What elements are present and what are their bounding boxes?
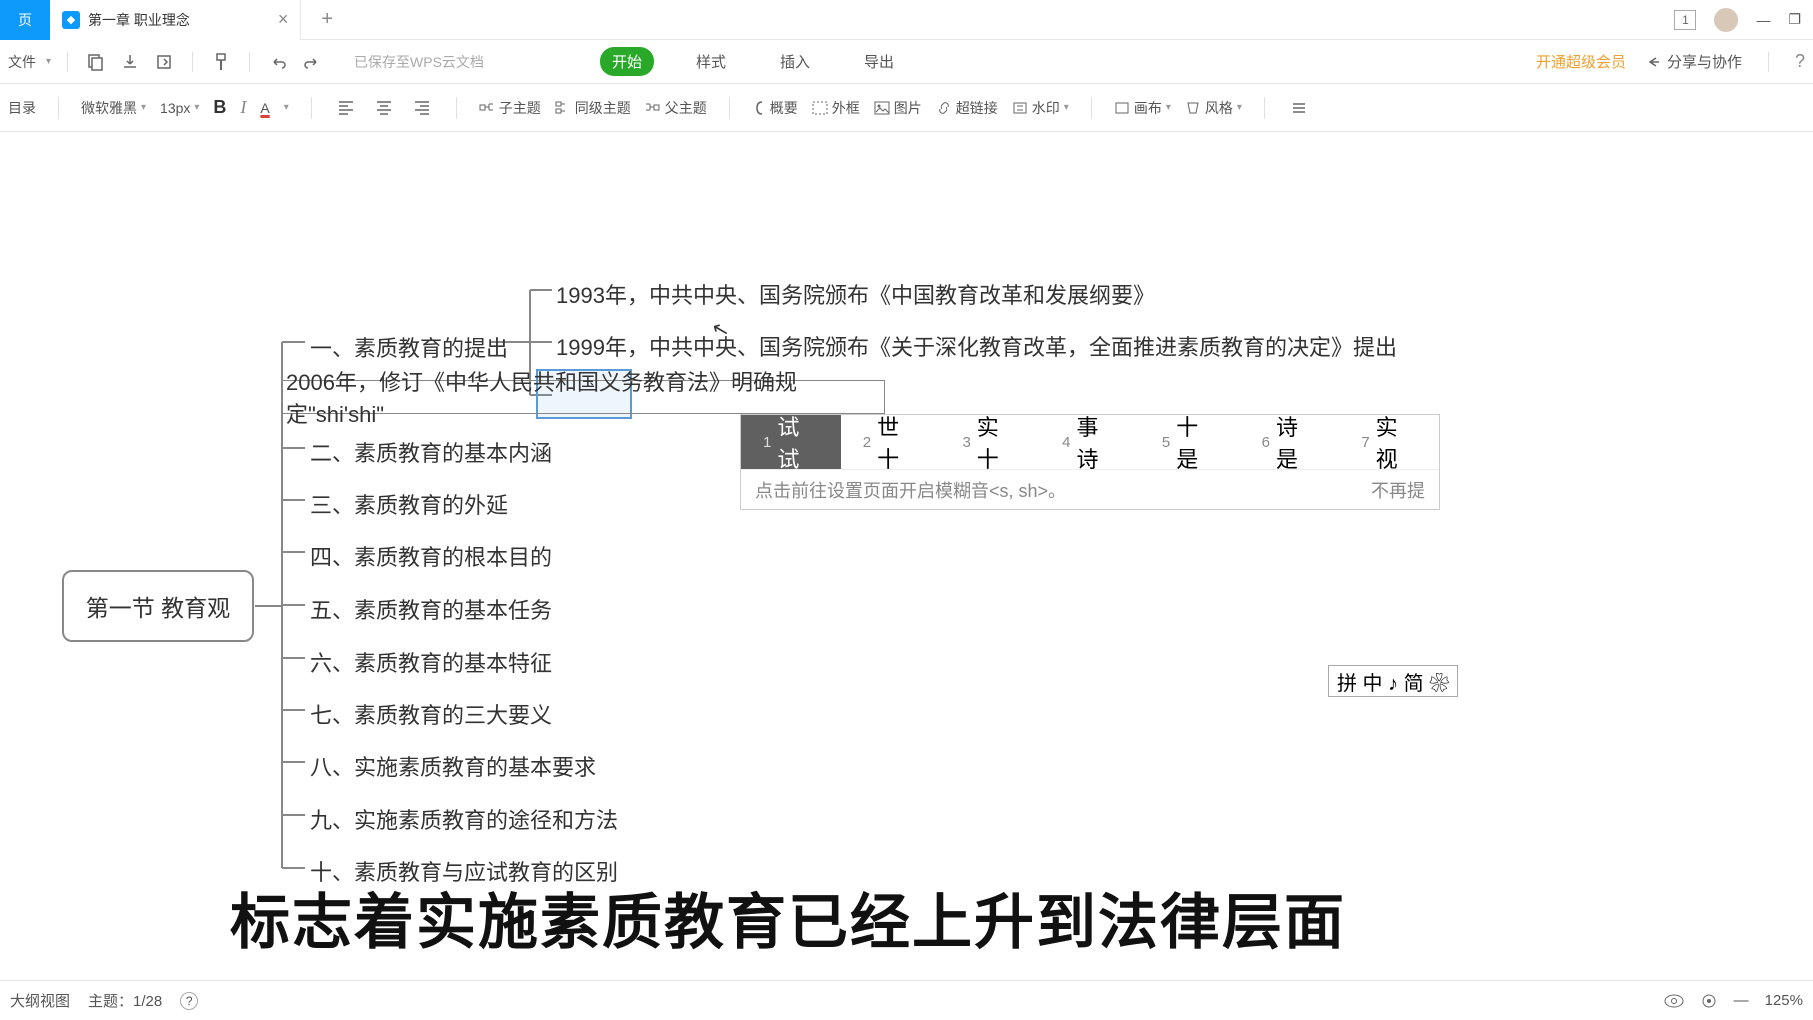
ime-status-bar[interactable]: 拼 中 ♪ 简 ❀ xyxy=(1328,665,1458,697)
ime-candidate-5[interactable]: 5十是 xyxy=(1140,415,1240,469)
vip-link[interactable]: 开通超级会员 xyxy=(1536,51,1626,72)
help-icon[interactable]: ? xyxy=(1795,51,1805,72)
align-center-icon[interactable] xyxy=(372,96,396,120)
topic-count: 主题：1/28 xyxy=(88,990,162,1011)
minimize-button[interactable]: — xyxy=(1756,12,1770,28)
ime-hint-dismiss[interactable]: 不再提 xyxy=(1371,477,1425,503)
more-icon[interactable] xyxy=(1287,96,1311,120)
branch-node-1[interactable]: 一、素质教育的提出 xyxy=(310,331,508,363)
canvas-button[interactable]: 画布▾ xyxy=(1114,98,1171,118)
branch-node-2[interactable]: 二、素质教育的基本内涵 xyxy=(310,436,552,468)
mindmap-icon: ◆ xyxy=(62,11,80,29)
align-left-icon[interactable] xyxy=(334,96,358,120)
copy-icon[interactable] xyxy=(84,50,108,74)
summary-button[interactable]: 概要 xyxy=(752,98,798,118)
sub-node-1-1[interactable]: 1993年，中共中央、国务院颁布《中国教育改革和发展纲要》 xyxy=(556,278,1155,310)
root-node[interactable]: 第一节 教育观 xyxy=(62,570,254,642)
italic-button[interactable]: I xyxy=(240,97,246,118)
user-avatar[interactable] xyxy=(1714,8,1738,32)
mindmap-canvas[interactable]: 第一节 教育观 一、素质教育的提出 二、素质教育的基本内涵 三、素质教育的外延 … xyxy=(0,132,1813,980)
redo-icon[interactable] xyxy=(300,50,324,74)
font-size-select[interactable]: 13px▾ xyxy=(160,100,199,116)
branch-node-6[interactable]: 六、素质教育的基本特征 xyxy=(310,646,552,678)
format-painter-icon[interactable] xyxy=(209,50,233,74)
chevron-down-icon: ▾ xyxy=(46,56,51,67)
font-name-select[interactable]: 微软雅黑▾ xyxy=(81,98,146,118)
subtopic-button[interactable]: 子主题 xyxy=(479,98,541,118)
ime-hint[interactable]: 点击前往设置页面开启模糊音<s, sh>。 xyxy=(755,477,1066,503)
zoom-out-button[interactable]: — xyxy=(1734,992,1749,1009)
ime-candidate-panel: 1试试 2世十 3实十 4事诗 5十是 6诗是 7实视 点击前往设置页面开启模糊… xyxy=(740,414,1440,510)
font-color-button[interactable]: A xyxy=(260,100,269,116)
video-subtitle: 标志着实施素质教育已经上升到法律层面 xyxy=(230,874,1346,961)
tab-title: 第一章 职业理念 xyxy=(88,10,190,30)
tab-export[interactable]: 导出 xyxy=(852,47,906,76)
branch-node-9[interactable]: 九、实施素质教育的途径和方法 xyxy=(310,803,618,835)
save-status: 已保存至WPS云文档 xyxy=(354,52,484,72)
ime-candidate-1[interactable]: 1试试 xyxy=(741,415,841,469)
watermark-button[interactable]: 水印▾ xyxy=(1012,98,1069,118)
outline-view-button[interactable]: 大纲视图 xyxy=(10,990,70,1011)
locate-icon[interactable] xyxy=(1700,992,1718,1010)
ime-candidate-6[interactable]: 6诗是 xyxy=(1240,415,1340,469)
preview-icon[interactable] xyxy=(1664,994,1684,1008)
catalog-button[interactable]: 目录 xyxy=(8,98,36,118)
style-button[interactable]: 风格▾ xyxy=(1185,98,1242,118)
ime-candidate-4[interactable]: 4事诗 xyxy=(1040,415,1140,469)
undo-icon[interactable] xyxy=(266,50,290,74)
new-tab-button[interactable]: + xyxy=(321,8,333,31)
bold-button[interactable]: B xyxy=(213,97,226,118)
help-circle-icon[interactable]: ? xyxy=(180,992,198,1010)
tab-insert[interactable]: 插入 xyxy=(768,47,822,76)
sibling-topic-button[interactable]: 同级主题 xyxy=(555,98,631,118)
maximize-button[interactable]: ❐ xyxy=(1788,11,1801,28)
branch-node-5[interactable]: 五、素质教育的基本任务 xyxy=(310,593,552,625)
ime-candidate-7[interactable]: 7实视 xyxy=(1339,415,1439,469)
branch-node-8[interactable]: 八、实施素质教育的基本要求 xyxy=(310,750,596,782)
tab-style[interactable]: 样式 xyxy=(684,47,738,76)
parent-topic-button[interactable]: 父主题 xyxy=(645,98,707,118)
close-tab-icon[interactable]: × xyxy=(278,9,289,30)
ime-candidate-2[interactable]: 2世十 xyxy=(841,415,941,469)
image-button[interactable]: 图片 xyxy=(874,98,922,118)
share-button[interactable]: 分享与协作 xyxy=(1646,51,1742,72)
branch-node-7[interactable]: 七、素质教育的三大要义 xyxy=(310,698,552,730)
sub-node-1-2[interactable]: 1999年，中共中央、国务院颁布《关于深化教育改革，全面推进素质教育的决定》提出 xyxy=(556,330,1397,362)
download-icon[interactable] xyxy=(118,50,142,74)
branch-node-4[interactable]: 四、素质教育的根本目的 xyxy=(310,540,552,572)
outline-button[interactable]: 外框 xyxy=(812,98,860,118)
branch-node-3[interactable]: 三、素质教育的外延 xyxy=(310,488,508,520)
export-icon[interactable] xyxy=(152,50,176,74)
window-count-badge[interactable]: 1 xyxy=(1674,10,1696,30)
link-button[interactable]: 超链接 xyxy=(936,98,998,118)
ime-candidate-3[interactable]: 3实十 xyxy=(940,415,1040,469)
tab-start[interactable]: 开始 xyxy=(600,47,654,76)
zoom-level[interactable]: 125% xyxy=(1765,992,1803,1009)
file-menu[interactable]: 文件 xyxy=(8,52,36,72)
align-right-icon[interactable] xyxy=(410,96,434,120)
editing-node[interactable]: 2006年，修订《中华人民共和国义务教育法》明确规定"shi'shi" xyxy=(281,380,885,414)
document-tab[interactable]: ◆ 第一章 职业理念 × xyxy=(50,0,301,40)
home-tab[interactable]: 页 xyxy=(0,0,50,40)
